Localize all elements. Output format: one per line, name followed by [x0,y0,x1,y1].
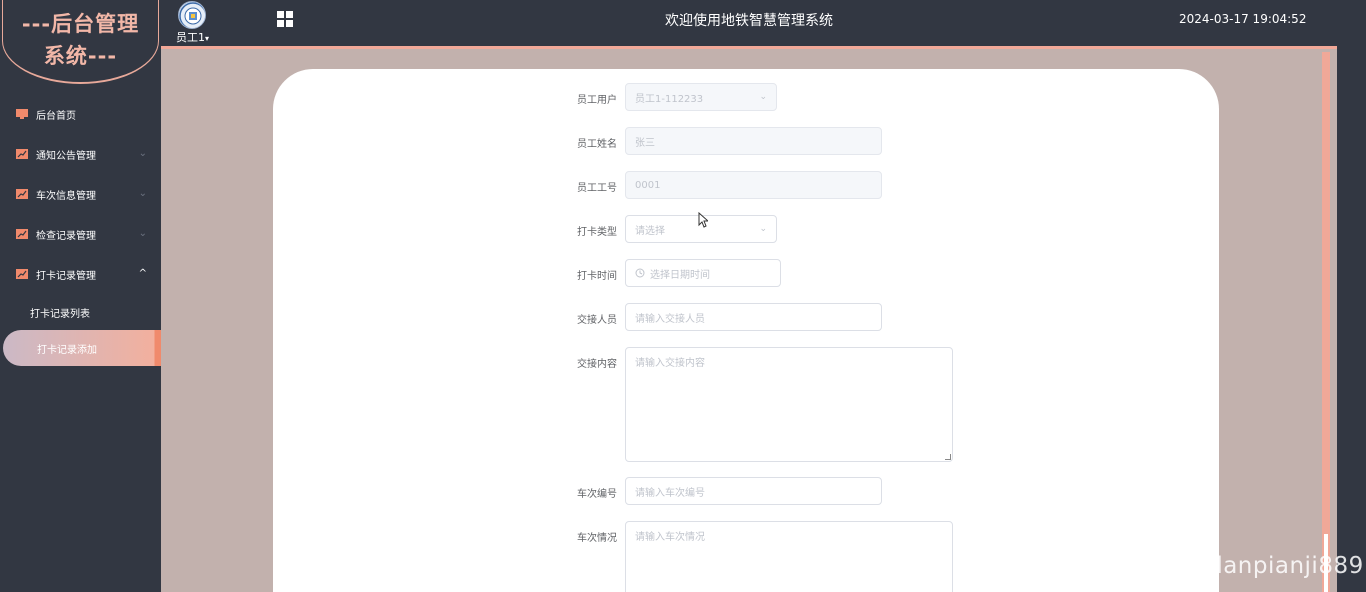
train-no-label: 车次编号 [577,489,617,500]
train-status-placeholder: 请输入车次情况 [635,532,705,543]
employee-no-field[interactable]: 0001 [625,171,882,199]
sidebar-subitem-label: 打卡记录添加 [37,344,97,356]
clock-time-picker[interactable]: 选择日期时间 [625,259,781,287]
sidebar-item-notice[interactable]: 通知公告管理 ⌄ [0,134,161,174]
brand-title: ---后台管理 系统--- [0,8,161,72]
chevron-down-icon: ▾ [205,34,210,43]
clock-icon [635,268,645,278]
chart-icon [16,229,28,239]
chart-icon [16,269,28,279]
sidebar: ---后台管理 系统--- 后台首页 通知公告管理 ⌄ 车次信息管理 ⌄ 检查记… [0,0,161,592]
employee-name-field[interactable]: 张三 [625,127,882,155]
train-status-label: 车次情况 [577,533,617,544]
clock-time-placeholder: 选择日期时间 [650,269,710,281]
user-menu[interactable]: 员工1▾ [176,29,209,45]
clock-time-label: 打卡时间 [577,271,617,282]
employee-name-value: 张三 [635,137,655,149]
chevron-down-icon: ⌄ [138,228,147,239]
sidebar-item-inspection[interactable]: 检查记录管理 ⌄ [0,214,161,254]
sidebar-item-label: 检查记录管理 [36,230,96,242]
brand-title-line1: ---后台管理 [21,12,140,36]
clock-type-label: 打卡类型 [577,227,617,238]
employee-user-value: 员工1-112233 [635,93,704,105]
employee-no-value: 0001 [635,179,661,191]
brand-logo: ---后台管理 系统--- [0,0,161,86]
handover-content-label: 交接内容 [577,359,617,370]
chevron-up-icon: ^ [138,268,147,279]
employee-no-label: 员工工号 [577,183,617,194]
chevron-down-icon: ⌄ [138,148,147,159]
sidebar-item-home[interactable]: 后台首页 [0,94,161,134]
chart-icon [16,149,28,159]
sidebar-subitem-label: 打卡记录列表 [30,308,90,320]
train-no-placeholder: 请输入车次编号 [635,487,705,499]
handover-person-placeholder: 请输入交接人员 [635,313,705,325]
page-title: 欢迎使用地铁智慧管理系统 [665,13,833,29]
sidebar-item-label: 通知公告管理 [36,150,96,162]
sidebar-subitem-clock-add[interactable]: 打卡记录添加 [3,330,161,366]
employee-user-select[interactable]: 员工1-112233 ⌄ [625,83,777,111]
user-name: 员工1 [176,31,205,44]
datetime-display: 2024-03-17 19:04:52 [1179,12,1307,26]
sidebar-item-label: 后台首页 [36,110,76,122]
sidebar-item-label: 打卡记录管理 [36,270,96,282]
scrollbar-track[interactable] [1322,52,1330,592]
right-gutter [1337,46,1366,592]
form-card: 员工用户 员工1-112233 ⌄ 员工姓名 张三 员工工号 0001 打卡类型… [273,69,1219,592]
employee-user-label: 员工用户 [577,95,617,106]
sidebar-menu: 后台首页 通知公告管理 ⌄ 车次信息管理 ⌄ 检查记录管理 ⌄ 打卡记录管理 ^… [0,94,161,366]
train-status-textarea[interactable]: 请输入车次情况 [625,521,953,592]
top-bar: 员工1▾ 欢迎使用地铁智慧管理系统 2024-03-17 19:04:52 [161,0,1366,46]
chevron-down-icon: ⌄ [759,92,767,102]
handover-person-input[interactable]: 请输入交接人员 [625,303,882,331]
mouse-cursor-icon [698,212,708,228]
chart-icon [16,189,28,199]
chevron-down-icon: ⌄ [759,224,767,234]
handover-content-placeholder: 请输入交接内容 [635,358,705,369]
watermark-text: CSDN @vx_danpianji889 [1069,553,1364,579]
handover-person-label: 交接人员 [577,315,617,326]
monitor-icon [16,109,28,119]
sidebar-item-label: 车次信息管理 [36,190,96,202]
employee-name-label: 员工姓名 [577,139,617,150]
handover-content-textarea[interactable]: 请输入交接内容 [625,347,953,462]
chevron-down-icon: ⌄ [138,188,147,199]
sidebar-item-train-info[interactable]: 车次信息管理 ⌄ [0,174,161,214]
clock-type-placeholder: 请选择 [635,225,665,237]
resize-handle-icon[interactable] [945,454,951,460]
brand-title-line2: 系统--- [43,44,118,68]
sidebar-item-clock-records[interactable]: 打卡记录管理 ^ [0,254,161,294]
train-no-input[interactable]: 请输入车次编号 [625,477,882,505]
sidebar-subitem-clock-list[interactable]: 打卡记录列表 [0,294,161,330]
